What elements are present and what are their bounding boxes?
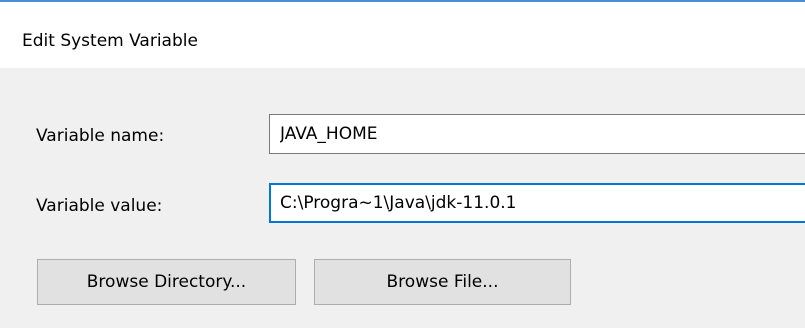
variable-name-input[interactable] (269, 114, 805, 154)
variable-name-label: Variable name: (36, 126, 165, 146)
variable-value-label: Variable value: (36, 196, 163, 216)
browse-directory-button[interactable]: Browse Directory... (37, 259, 296, 305)
variable-value-input[interactable] (269, 183, 805, 223)
dialog-title: Edit System Variable (22, 31, 198, 51)
edit-system-variable-dialog: Edit System Variable Variable name: Vari… (0, 0, 805, 328)
browse-file-button[interactable]: Browse File... (314, 259, 571, 305)
dialog-titlebar[interactable]: Edit System Variable (0, 2, 805, 68)
